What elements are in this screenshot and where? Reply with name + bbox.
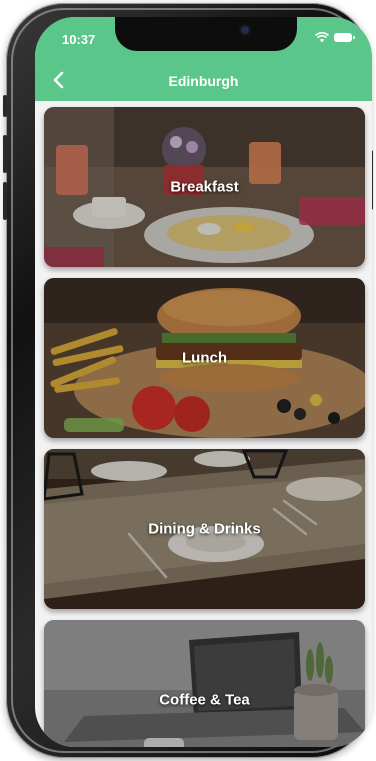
volume-up-button: [3, 135, 7, 173]
device-stage: 10:37 Edinburgh Breakfast Lunch Dining &…: [0, 0, 376, 761]
status-time: 10:37: [62, 32, 96, 47]
category-label: Breakfast: [170, 178, 239, 196]
front-camera: [241, 26, 249, 34]
status-icons: [315, 32, 355, 43]
category-list: Breakfast Lunch Dining & Drinks Coffee &…: [44, 107, 365, 747]
wifi-icon: [315, 32, 329, 43]
category-label: Lunch: [182, 349, 227, 367]
category-card-breakfast[interactable]: Breakfast: [44, 107, 365, 267]
app-screen: 10:37 Edinburgh Breakfast Lunch Dining &…: [35, 17, 372, 747]
category-label: Coffee & Tea: [159, 691, 250, 709]
category-card-coffee-tea[interactable]: Coffee & Tea: [44, 620, 365, 747]
silent-switch: [3, 95, 7, 117]
category-card-dining-drinks[interactable]: Dining & Drinks: [44, 449, 365, 609]
page-title: Edinburgh: [168, 73, 239, 89]
notch: [115, 17, 297, 51]
category-card-lunch[interactable]: Lunch: [44, 278, 365, 438]
category-label: Dining & Drinks: [148, 520, 261, 538]
app-header: 10:37 Edinburgh: [35, 17, 372, 101]
battery-icon: [334, 33, 355, 42]
volume-down-button: [3, 182, 7, 220]
coffee-tea-image: [44, 620, 365, 747]
